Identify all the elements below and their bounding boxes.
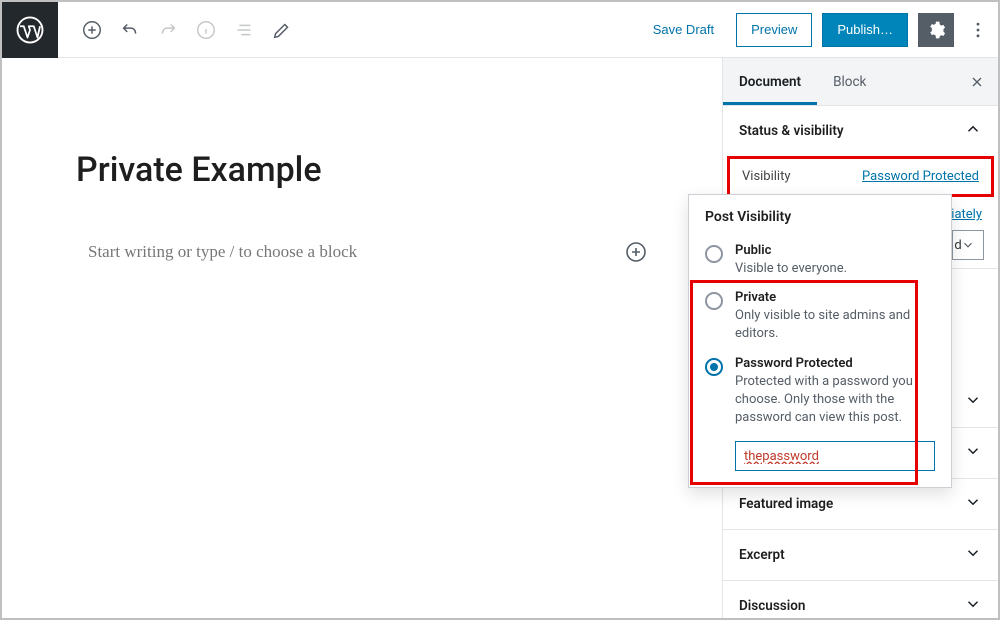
panel-title: Excerpt bbox=[739, 547, 785, 563]
body-placeholder-row: Start writing or type / to choose a bloc… bbox=[88, 238, 650, 266]
panel-excerpt: Excerpt bbox=[723, 530, 998, 581]
tool-row bbox=[58, 12, 300, 48]
inline-add-block-button[interactable] bbox=[622, 238, 650, 266]
chevron-down-icon bbox=[964, 391, 982, 413]
more-menu-button[interactable] bbox=[958, 13, 998, 47]
chevron-down-icon bbox=[964, 544, 982, 566]
post-format-select[interactable]: d bbox=[952, 230, 984, 260]
pencil-icon bbox=[271, 19, 293, 41]
popover-title: Post Visibility bbox=[705, 209, 935, 225]
body-placeholder[interactable]: Start writing or type / to choose a bloc… bbox=[88, 242, 357, 262]
radio-password[interactable] bbox=[705, 358, 723, 376]
undo-button[interactable] bbox=[112, 12, 148, 48]
chevron-down-icon bbox=[964, 493, 982, 515]
kebab-icon bbox=[968, 20, 988, 40]
visibility-value-link[interactable]: Password Protected bbox=[862, 169, 979, 184]
option-title: Public bbox=[735, 243, 847, 258]
add-block-button[interactable] bbox=[74, 12, 110, 48]
tab-block[interactable]: Block bbox=[817, 58, 882, 105]
outline-button bbox=[226, 12, 262, 48]
publish-button[interactable]: Publish… bbox=[822, 13, 908, 47]
option-body: Public Visible to everyone. bbox=[735, 243, 847, 278]
edit-mode-button[interactable] bbox=[264, 12, 300, 48]
radio-private[interactable] bbox=[705, 292, 723, 310]
panel-discussion: Discussion bbox=[723, 581, 998, 620]
panel-title: Discussion bbox=[739, 598, 805, 614]
sidebar-close-button[interactable] bbox=[956, 58, 998, 105]
editor-canvas: Private Example Start writing or type / … bbox=[2, 58, 720, 618]
chevron-down-icon bbox=[964, 442, 982, 464]
option-title: Password Protected bbox=[735, 356, 935, 371]
option-body: Private Only visible to site admins and … bbox=[735, 290, 935, 343]
info-button bbox=[188, 12, 224, 48]
list-icon bbox=[233, 19, 255, 41]
visibility-option-private[interactable]: Private Only visible to site admins and … bbox=[705, 284, 935, 349]
wordpress-logo[interactable] bbox=[2, 2, 58, 58]
visibility-option-password[interactable]: Password Protected Protected with a pass… bbox=[705, 350, 935, 434]
plus-circle-icon bbox=[81, 19, 103, 41]
chevron-up-icon bbox=[964, 120, 982, 142]
chevron-down-icon bbox=[961, 238, 975, 252]
settings-button[interactable] bbox=[918, 13, 954, 47]
undo-icon bbox=[119, 19, 141, 41]
redo-icon bbox=[157, 19, 179, 41]
visibility-row: Visibility Password Protected bbox=[727, 156, 994, 197]
chevron-down-icon bbox=[964, 595, 982, 617]
option-desc: Protected with a password you choose. On… bbox=[735, 373, 935, 428]
close-icon bbox=[969, 74, 985, 90]
option-body: Password Protected Protected with a pass… bbox=[735, 356, 935, 428]
panel-header-discussion[interactable]: Discussion bbox=[723, 581, 998, 620]
radio-public[interactable] bbox=[705, 245, 723, 263]
format-visible-char: d bbox=[954, 238, 961, 253]
option-desc: Visible to everyone. bbox=[735, 260, 847, 278]
option-title: Private bbox=[735, 290, 935, 305]
tab-document[interactable]: Document bbox=[723, 58, 817, 105]
panel-title: Featured image bbox=[739, 496, 833, 512]
panel-title: Status & visibility bbox=[739, 123, 844, 139]
visibility-label: Visibility bbox=[742, 169, 791, 184]
wordpress-icon bbox=[15, 15, 45, 45]
panel-header-status[interactable]: Status & visibility bbox=[723, 106, 998, 156]
info-icon bbox=[195, 19, 217, 41]
gear-icon bbox=[926, 20, 946, 40]
post-title[interactable]: Private Example bbox=[76, 150, 322, 190]
app-frame: Save Draft Preview Publish… Private Exam… bbox=[0, 0, 1000, 620]
preview-button[interactable]: Preview bbox=[736, 13, 812, 47]
save-draft-button[interactable]: Save Draft bbox=[643, 14, 724, 45]
sidebar-tabs: Document Block bbox=[723, 58, 998, 106]
visibility-option-public[interactable]: Public Visible to everyone. bbox=[705, 237, 935, 284]
plus-circle-icon bbox=[624, 240, 648, 264]
option-desc: Only visible to site admins and editors. bbox=[735, 307, 935, 343]
password-input[interactable] bbox=[735, 441, 935, 471]
redo-button bbox=[150, 12, 186, 48]
publish-value-link[interactable]: iately bbox=[951, 207, 982, 222]
panel-header-excerpt[interactable]: Excerpt bbox=[723, 530, 998, 580]
post-visibility-popover: Post Visibility Public Visible to everyo… bbox=[688, 194, 952, 488]
top-toolbar: Save Draft Preview Publish… bbox=[2, 2, 998, 58]
